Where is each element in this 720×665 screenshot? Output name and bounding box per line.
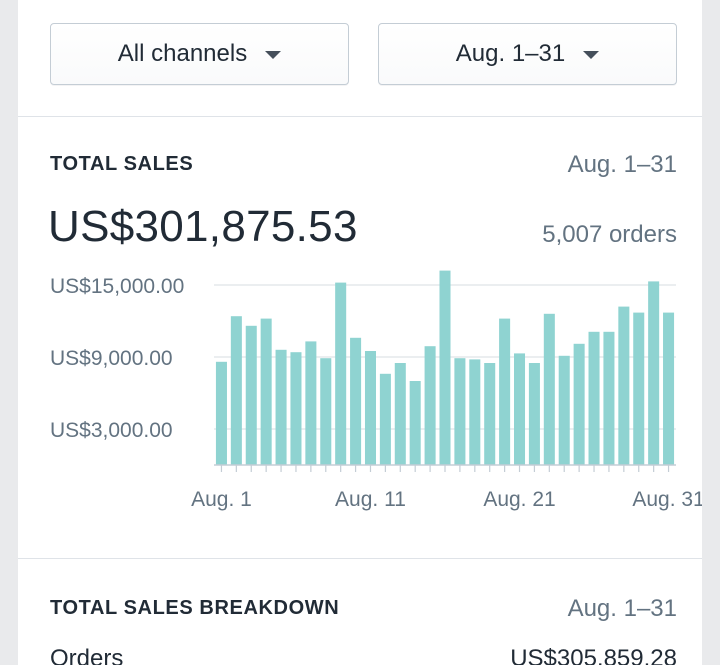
bar: [424, 346, 436, 465]
x-tick-label: Aug. 11: [335, 488, 406, 511]
bar: [484, 363, 496, 465]
date-range-select-label: Aug. 1–31: [455, 40, 566, 67]
bar: [633, 312, 645, 465]
breakdown-row-value: US$305,859.28: [510, 645, 677, 665]
total-sales-title: TOTAL SALES: [50, 153, 194, 175]
bar: [469, 359, 481, 465]
x-tick-label: Aug. 31: [632, 488, 702, 511]
x-tick-label: Aug. 21: [483, 488, 555, 511]
bar: [648, 281, 660, 465]
y-tick-label: US$9,000.00: [50, 347, 173, 370]
bar: [514, 353, 526, 465]
total-sales-range: Aug. 1–31: [567, 151, 677, 178]
bar: [290, 352, 302, 465]
bar: [409, 381, 421, 465]
breakdown-row-label: Orders: [50, 645, 124, 665]
bar: [603, 331, 615, 465]
bar: [379, 373, 391, 465]
bar: [528, 363, 540, 465]
bar: [454, 358, 466, 465]
bar: [499, 318, 511, 465]
channel-select-label: All channels: [117, 40, 248, 67]
channel-select[interactable]: All channels: [50, 23, 349, 85]
caret-down-icon: [583, 51, 600, 59]
bar: [588, 331, 600, 465]
bar: [573, 343, 585, 465]
orders-count: 5,007 orders: [542, 221, 677, 248]
breakdown-title: TOTAL SALES BREAKDOWN: [50, 597, 340, 619]
x-tick-label: Aug. 1: [191, 488, 252, 511]
sales-breakdown-card: TOTAL SALES BREAKDOWN Aug. 1–31 Orders U…: [18, 559, 702, 665]
bar: [663, 312, 675, 465]
bar: [215, 361, 227, 465]
breakdown-range: Aug. 1–31: [567, 595, 677, 622]
bar: [335, 282, 347, 465]
bar: [543, 313, 555, 465]
bar: [230, 316, 242, 465]
bar: [364, 351, 376, 465]
bar: [350, 337, 362, 465]
bar: [439, 270, 451, 465]
sales-bar-chart: US$3,000.00 US$9,000.00 US$15,000.00 Aug. 1…: [50, 270, 702, 511]
total-sales-card: TOTAL SALES Aug. 1–31 US$301,875.53 5,00…: [18, 117, 702, 559]
y-tick-label: US$3,000.00: [50, 419, 173, 442]
bar: [275, 349, 287, 465]
reports-page: All channels Aug. 1–31 TOTAL SALES Aug. …: [18, 0, 702, 665]
filter-bar: All channels Aug. 1–31: [18, 0, 702, 117]
bar: [245, 325, 257, 465]
bar: [618, 306, 630, 465]
bar: [558, 355, 570, 465]
total-sales-amount: US$301,875.53: [48, 202, 358, 251]
date-range-select[interactable]: Aug. 1–31: [378, 23, 677, 85]
y-tick-label: US$15,000.00: [50, 275, 184, 298]
bar: [305, 341, 317, 465]
bar: [320, 358, 332, 465]
bar: [394, 363, 406, 465]
bar: [260, 318, 272, 465]
caret-down-icon: [265, 51, 282, 59]
